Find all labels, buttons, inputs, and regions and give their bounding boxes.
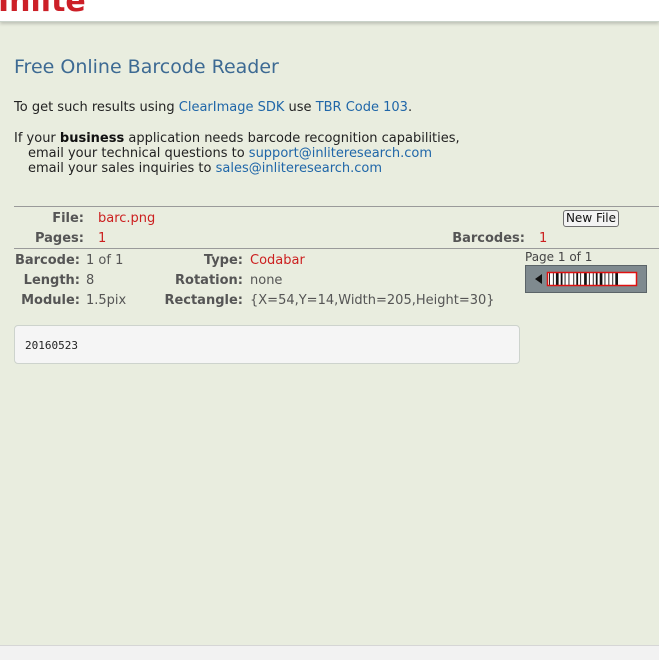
barcode-bar <box>588 273 590 285</box>
barcode-bar <box>552 273 554 285</box>
barcode-value: 1 of 1 <box>86 253 124 268</box>
page-indicator: Page 1 of 1 <box>525 250 593 264</box>
barcode-bar <box>580 273 582 285</box>
length-label: Length: <box>23 273 80 288</box>
barcode-bar <box>612 273 614 285</box>
barcode-label: Barcode: <box>14 253 80 268</box>
business-text: If your business application needs barco… <box>14 131 460 176</box>
barcode-bar <box>576 273 579 285</box>
barcode-bar <box>568 273 570 285</box>
divider-top <box>14 206 659 207</box>
file-value: barc.png <box>98 211 156 226</box>
barcode-bar <box>560 273 563 285</box>
rectangle-value: {X=54,Y=14,Width=205,Height=30} <box>250 293 495 308</box>
business-bold: business <box>59 131 125 146</box>
barcode-bar <box>592 273 594 285</box>
type-value: Codabar <box>250 253 305 268</box>
pages-value: 1 <box>98 231 107 246</box>
sales-email-link[interactable]: sales@inliteresearch.com <box>216 161 382 176</box>
barcode-bar <box>573 273 575 285</box>
divider-middle <box>14 248 659 249</box>
barcodes-value: 1 <box>539 231 548 246</box>
barcode-bar <box>599 273 603 285</box>
length-value: 8 <box>86 273 95 288</box>
module-value: 1.5pix <box>86 293 127 308</box>
support-email-link[interactable]: support@inliteresearch.com <box>249 146 432 161</box>
intro-text: To get such results using ClearImage SDK… <box>14 100 413 115</box>
clearimage-sdk-link[interactable]: ClearImage SDK <box>179 100 285 115</box>
file-label: File: <box>52 211 84 226</box>
barcode-bar <box>595 273 598 285</box>
type-label: Type: <box>203 253 243 268</box>
barcode-preview-thumbnail[interactable] <box>525 265 647 293</box>
tbr-code-link[interactable]: TBR Code 103 <box>316 100 408 115</box>
rotation-label: Rotation: <box>175 273 243 288</box>
page-title: Free Online Barcode Reader <box>14 56 279 78</box>
new-file-button[interactable]: New File <box>563 210 619 227</box>
rectangle-label: Rectangle: <box>164 293 243 308</box>
pages-label: Pages: <box>34 231 84 246</box>
result-box: 20160523 <box>14 325 520 364</box>
barcode-bar <box>615 273 618 285</box>
rotation-value: none <box>250 273 283 288</box>
barcode-strip <box>547 272 637 286</box>
barcode-start-marker-icon <box>535 274 542 284</box>
decoded-text[interactable]: 20160523 <box>25 339 78 352</box>
barcode-bar <box>584 273 587 285</box>
bottom-bar <box>0 645 659 660</box>
site-logo[interactable]: Inlite <box>0 0 86 19</box>
barcode-bar <box>549 273 550 285</box>
barcodes-label: Barcodes: <box>452 231 525 246</box>
barcode-bar <box>564 273 566 285</box>
barcode-bar <box>604 273 606 285</box>
barcode-bar <box>608 273 610 285</box>
barcode-image <box>535 271 638 287</box>
barcode-bar <box>555 273 559 285</box>
module-label: Module: <box>21 293 80 308</box>
site-header: Inlite <box>0 0 659 22</box>
